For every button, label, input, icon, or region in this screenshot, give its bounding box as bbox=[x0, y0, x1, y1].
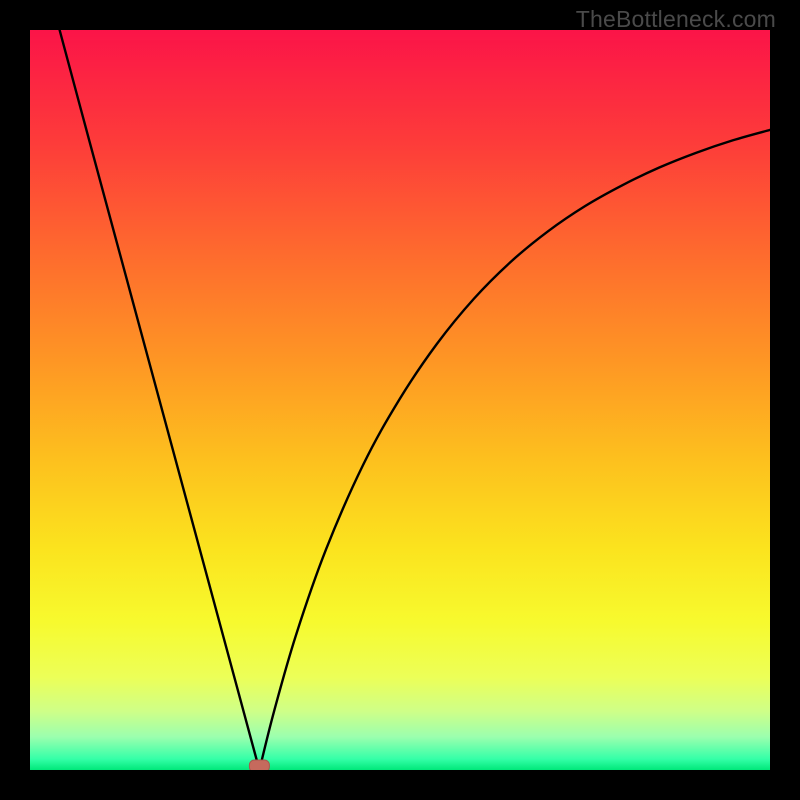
plot-area bbox=[30, 30, 770, 770]
plot-svg bbox=[30, 30, 770, 770]
chart-frame: TheBottleneck.com bbox=[0, 0, 800, 800]
watermark-label: TheBottleneck.com bbox=[576, 6, 776, 33]
minimum-marker bbox=[249, 760, 269, 770]
